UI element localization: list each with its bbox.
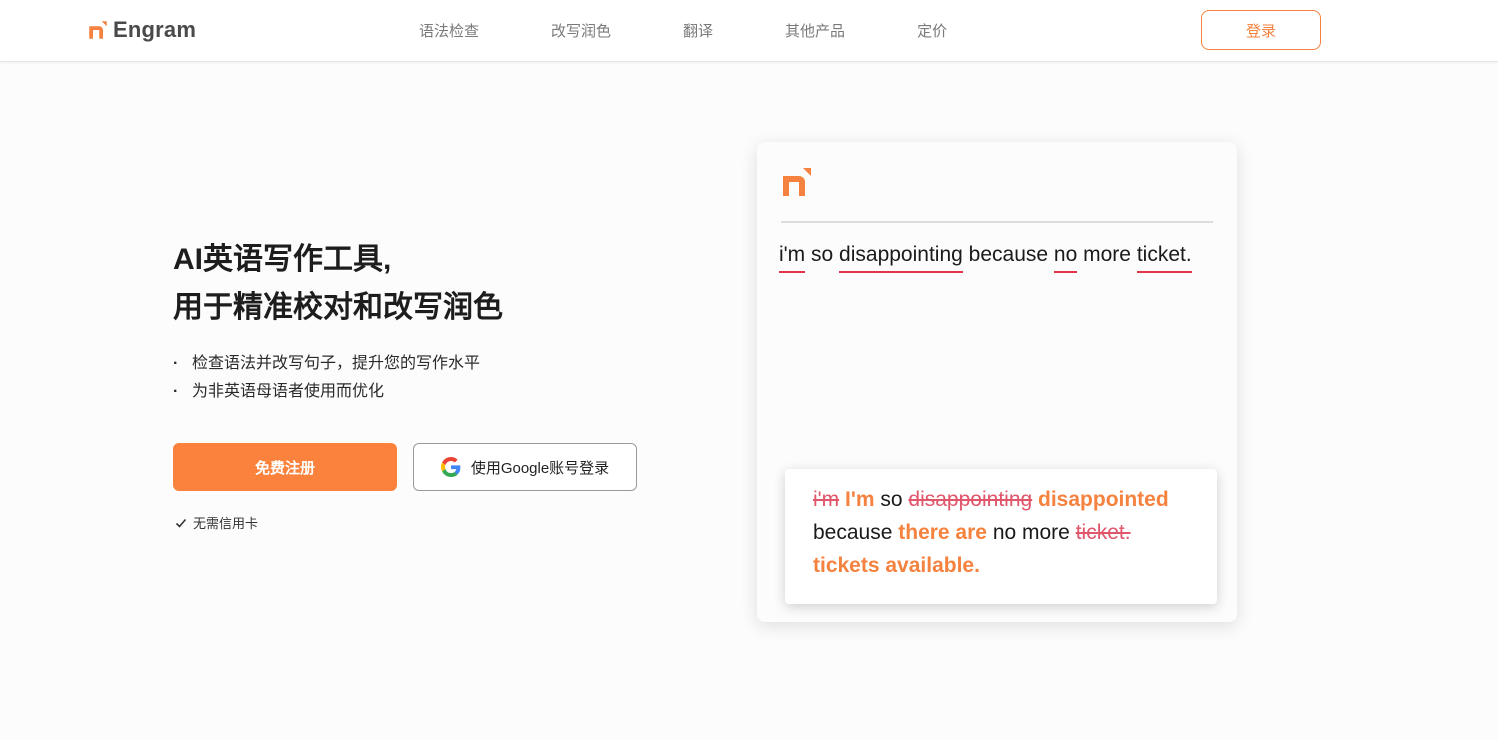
brand-name: Engram	[113, 17, 197, 42]
word: because	[968, 243, 1049, 266]
error-word[interactable]: ticket.	[1136, 243, 1192, 273]
inserted-text: I'm	[845, 488, 875, 511]
google-login-button[interactable]: 使用Google账号登录	[413, 443, 637, 491]
corrected-text: i'm I'm so disappointing disappointed be…	[813, 483, 1189, 582]
bullet: ·	[173, 355, 179, 372]
feature-item: · 为非英语母语者使用而优化	[173, 378, 480, 406]
login-button[interactable]: 登录	[1201, 10, 1321, 50]
original-sentence: i'm so disappointing because no more tic…	[779, 243, 1192, 273]
engram-logo-icon	[783, 168, 811, 196]
unchanged-text: no more	[992, 521, 1070, 544]
deleted-text: ticket.	[1075, 521, 1131, 544]
unchanged-text: because	[813, 521, 893, 544]
error-word[interactable]: disappointing	[839, 243, 963, 273]
no-credit-card-label: 无需信用卡	[193, 516, 259, 531]
hero-title: AI英语写作工具, 用于精准校对和改写润色	[173, 236, 503, 332]
error-word[interactable]: no	[1053, 243, 1078, 273]
nav-rewrite[interactable]: 改写润色	[551, 20, 611, 41]
word: more	[1083, 243, 1131, 266]
inserted-text: tickets available.	[813, 554, 980, 577]
main-nav: 语法检查 改写润色 翻译 其他产品 定价	[419, 20, 947, 41]
check-icon	[175, 518, 187, 528]
feature-list: · 检查语法并改写句子，提升您的写作水平 · 为非英语母语者使用而优化	[173, 350, 480, 406]
nav-other-products[interactable]: 其他产品	[785, 20, 845, 41]
free-signup-button[interactable]: 免费注册	[173, 443, 397, 491]
feature-text: 为非英语母语者使用而优化	[192, 383, 385, 400]
error-word[interactable]: i'm	[779, 243, 806, 273]
hero-title-line1: AI英语写作工具,	[173, 243, 392, 276]
google-g-icon	[440, 457, 461, 477]
bullet: ·	[173, 383, 179, 400]
correction-suggestion: i'm I'm so disappointing disappointed be…	[785, 469, 1217, 604]
deleted-text: i'm	[813, 488, 840, 511]
google-login-label: 使用Google账号登录	[470, 459, 610, 477]
unchanged-text: so	[880, 488, 903, 511]
word: so	[811, 243, 834, 266]
feature-text: 检查语法并改写句子，提升您的写作水平	[192, 355, 481, 372]
inserted-text: there are	[898, 521, 987, 544]
feature-item: · 检查语法并改写句子，提升您的写作水平	[173, 350, 480, 378]
nav-pricing[interactable]: 定价	[917, 20, 947, 41]
top-navbar: Engram 语法检查 改写润色 翻译 其他产品 定价 登录	[0, 0, 1498, 62]
hero-title-line2: 用于精准校对和改写润色	[173, 291, 503, 324]
card-divider	[781, 221, 1213, 223]
brand-logo[interactable]: Engram	[88, 17, 196, 43]
demo-card: i'm so disappointing because no more tic…	[757, 142, 1237, 622]
engram-logo-icon	[89, 21, 107, 39]
nav-translate[interactable]: 翻译	[683, 20, 713, 41]
nav-grammar-check[interactable]: 语法检查	[419, 20, 479, 41]
deleted-text: disappointing	[908, 488, 1033, 511]
inserted-text: disappointed	[1038, 488, 1169, 511]
no-credit-card-note: 无需信用卡	[175, 513, 258, 532]
